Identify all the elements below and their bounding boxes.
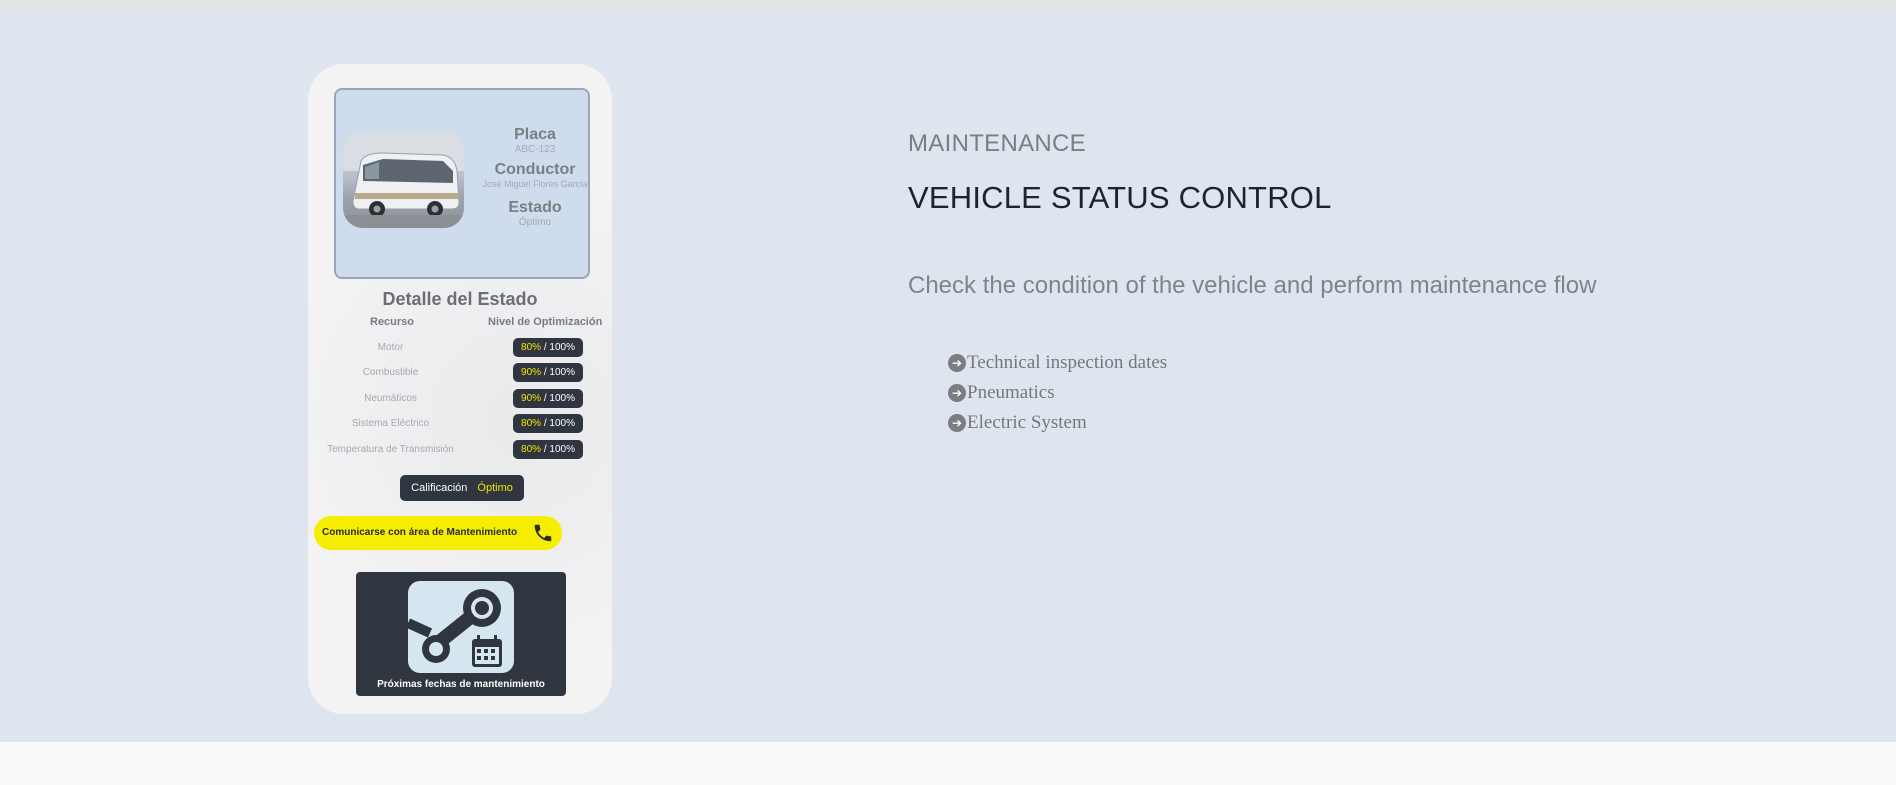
level-badge: 90% / 100% [513,363,583,382]
arrow-circle-icon: ➔ [948,354,966,372]
detail-title: Detalle del Estado [382,289,538,309]
feature-item: ➔ Pneumatics [948,378,1167,408]
plate-label: Placa [514,126,556,143]
status-value: Óptimo [518,217,552,228]
feature-list: ➔ Technical inspection dates ➔ Pneumatics … [948,348,1167,438]
bus-photo [343,131,464,228]
contact-maintenance-label: Comunicarse con área de Mantenimiento [322,527,518,538]
column-header-level: Nivel de Optimización [488,316,603,328]
level-badge: 80% / 100% [513,440,583,459]
contact-maintenance-button[interactable]: Comunicarse con área de Mantenimiento [314,516,562,550]
section-eyebrow: MAINTENANCE [908,130,1086,157]
resource-row: Sistema Eléctrico 80% / 100% [308,414,612,434]
resource-row: Neumáticos 90% / 100% [308,389,612,409]
section-description: Check the condition of the vehicle and p… [908,272,1597,299]
resource-row: Temperatura de Transmisión 80% / 100% [308,440,612,460]
rating-badge: Calificación Óptimo [400,475,524,501]
resource-row: Combustible 90% / 100% [308,363,612,383]
phone-icon [534,524,552,542]
rating-value: Óptimo [477,482,513,494]
arrow-circle-icon: ➔ [948,384,966,402]
driver-label: Conductor [494,161,576,178]
maintenance-dates-card[interactable]: Próximas fechas de mantenimiento [356,572,566,696]
top-navbar-edge [0,0,1896,12]
maintenance-section: Placa ABC-123 Conductor José Miguel Flor… [0,12,1896,742]
status-label: Estado [508,199,562,216]
vehicle-info-card: Placa ABC-123 Conductor José Miguel Flor… [334,88,590,279]
driver-value: José Miguel Flores García [482,179,588,189]
rating-label: Calificación [411,482,468,494]
section-heading: VEHICLE STATUS CONTROL [908,180,1332,215]
level-badge: 80% / 100% [513,338,583,357]
level-badge: 80% / 100% [513,414,583,433]
resource-row: Motor 80% / 100% [308,338,612,358]
wrench-calendar-icon [408,581,514,673]
phone-mockup: Placa ABC-123 Conductor José Miguel Flor… [308,64,612,714]
arrow-circle-icon: ➔ [948,414,966,432]
feature-item: ➔ Technical inspection dates [948,348,1167,378]
column-header-resource: Recurso [370,316,415,328]
level-badge: 90% / 100% [513,389,583,408]
feature-item: ➔ Electric System [948,408,1167,438]
plate-value: ABC-123 [514,144,556,155]
maintenance-dates-label: Próximas fechas de mantenimiento [377,679,545,690]
next-section-edge [0,742,1896,785]
